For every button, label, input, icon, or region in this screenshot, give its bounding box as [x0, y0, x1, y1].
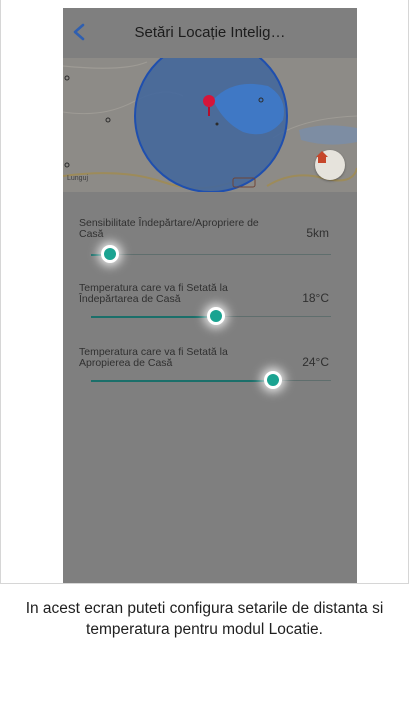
- slider-fill: [91, 315, 216, 318]
- chevron-left-icon: [73, 23, 85, 41]
- away-temperature-slider[interactable]: [91, 310, 331, 322]
- slider-fill: [91, 379, 274, 382]
- screen-description: In acest ecran puteti configura setarile…: [0, 583, 409, 640]
- location-map[interactable]: Lunguj: [63, 58, 357, 192]
- home-temperature-label: Temperatura care va fi Setată la Apropie…: [79, 346, 228, 369]
- slider-thumb[interactable]: [267, 374, 280, 386]
- home-temperature-value: 24°C: [302, 355, 329, 369]
- away-temperature-setting: Temperatura care va fi Setată la Îndepăr…: [79, 283, 341, 333]
- phone-screen: Setări Locație Intelig… Lunguj Sensibili…: [63, 8, 357, 583]
- map-canvas: [63, 58, 357, 192]
- app-header: Setări Locație Intelig…: [63, 8, 357, 56]
- screenshot-frame: Setări Locație Intelig… Lunguj Sensibili…: [0, 0, 409, 583]
- away-temperature-value: 18°C: [302, 291, 329, 305]
- distance-sensitivity-slider[interactable]: [91, 248, 331, 260]
- back-button[interactable]: [67, 20, 91, 44]
- home-location-button[interactable]: [315, 150, 345, 180]
- home-icon: [316, 151, 328, 163]
- home-temperature-slider[interactable]: [91, 374, 331, 386]
- distance-sensitivity-value: 5km: [306, 226, 329, 240]
- map-place-label: Lunguj: [67, 175, 89, 182]
- page-title: Setări Locație Intelig…: [134, 23, 286, 41]
- distance-sensitivity-setting: Sensibilitate Îndepărtare/Apropriere de …: [79, 218, 341, 268]
- distance-sensitivity-label: Sensibilitate Îndepărtare/Apropriere de …: [79, 217, 259, 240]
- away-temperature-label: Temperatura care va fi Setată la Îndepăr…: [79, 282, 228, 305]
- slider-thumb[interactable]: [104, 248, 117, 260]
- home-temperature-setting: Temperatura care va fi Setată la Apropie…: [79, 347, 341, 397]
- slider-thumb[interactable]: [209, 310, 222, 322]
